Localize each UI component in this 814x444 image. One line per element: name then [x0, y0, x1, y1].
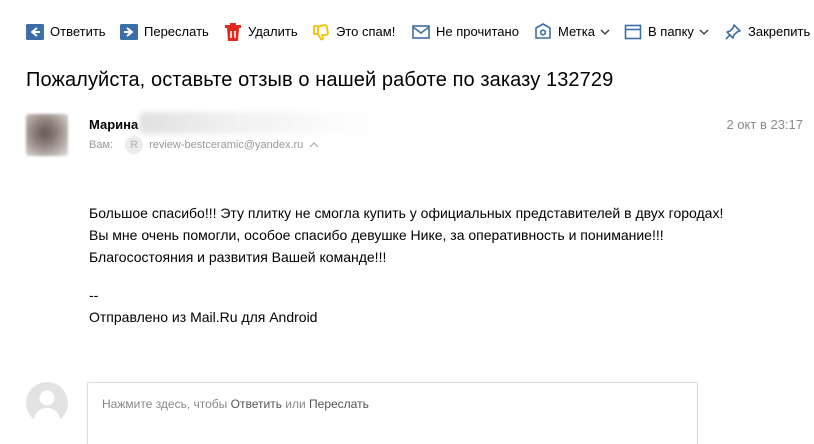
quick-forward-link[interactable]: Переслать	[309, 397, 369, 411]
envelope-icon	[410, 21, 432, 43]
user-silhouette-icon	[33, 390, 61, 424]
sender-name[interactable]: Марина	[89, 117, 138, 132]
move-to-folder-label: В папку	[648, 24, 694, 39]
label-dropdown-label: Метка	[558, 24, 595, 39]
forward-button[interactable]: Переслать	[118, 19, 209, 45]
chevron-up-icon[interactable]	[309, 142, 319, 148]
quick-reply-hint: Нажмите здесь, чтобы Ответить или Пересл…	[102, 397, 369, 411]
forward-icon	[118, 21, 140, 43]
spam-button[interactable]: Это спам!	[310, 19, 395, 45]
signature-separator: --	[89, 287, 99, 303]
delete-button[interactable]: Удалить	[222, 19, 298, 45]
recipient-label: Вам:	[89, 139, 114, 151]
message-date: 2 окт в 23:17	[726, 117, 803, 132]
message-toolbar: Ответить Переслать Удалить Это спам! Не …	[0, 0, 814, 60]
label-dropdown[interactable]: Метка	[532, 19, 610, 45]
reply-button[interactable]: Ответить	[24, 19, 106, 45]
message-body-line: Большое спасибо!!! Эту плитку не смогла …	[89, 205, 724, 221]
pin-icon	[722, 21, 744, 43]
recipient-row: Вам: R review-bestceramic@yandex.ru	[89, 136, 319, 154]
chevron-down-icon	[699, 29, 709, 35]
sender-avatar[interactable]	[26, 114, 68, 156]
recipient-avatar: R	[125, 136, 144, 154]
trash-icon	[222, 21, 244, 43]
message-body: Большое спасибо!!! Эту плитку не смогла …	[89, 202, 723, 268]
sender-address-redacted	[139, 112, 379, 134]
message-subject: Пожалуйста, оставьте отзыв о нашей работ…	[26, 69, 614, 91]
spam-label: Это спам!	[336, 24, 396, 39]
recipient-email[interactable]: review-bestceramic@yandex.ru	[149, 139, 303, 151]
mark-unread-label: Не прочитано	[436, 24, 519, 39]
chevron-down-icon	[600, 29, 610, 35]
reply-icon	[24, 21, 46, 43]
pin-label: Закрепить	[748, 24, 811, 39]
reply-label: Ответить	[50, 24, 106, 39]
quick-reply-hint-prefix: Нажмите здесь, чтобы	[102, 397, 231, 411]
quick-reply-hint-middle: или	[281, 397, 310, 411]
message-body-line: Благосостояния и развития Вашей команде!…	[89, 249, 387, 265]
signature-text: Отправлено из Mail.Ru для Android	[89, 309, 318, 325]
mark-unread-button[interactable]: Не прочитано	[410, 19, 519, 45]
delete-label: Удалить	[248, 24, 298, 39]
thumbs-down-icon	[310, 21, 332, 43]
user-avatar	[26, 382, 68, 424]
folder-icon	[622, 21, 644, 43]
pin-button[interactable]: Закрепить	[722, 19, 810, 45]
quick-reply-link[interactable]: Ответить	[231, 397, 282, 411]
move-to-folder-dropdown[interactable]: В папку	[622, 19, 709, 45]
tag-icon	[532, 21, 554, 43]
message-body-line: Вы мне очень помогли, особое спасибо дев…	[89, 227, 664, 243]
forward-label: Переслать	[144, 24, 209, 39]
quick-reply-box[interactable]: Нажмите здесь, чтобы Ответить или Пересл…	[87, 382, 698, 444]
recipient-avatar-letter: R	[130, 139, 139, 151]
message-signature: -- Отправлено из Mail.Ru для Android	[89, 284, 317, 328]
